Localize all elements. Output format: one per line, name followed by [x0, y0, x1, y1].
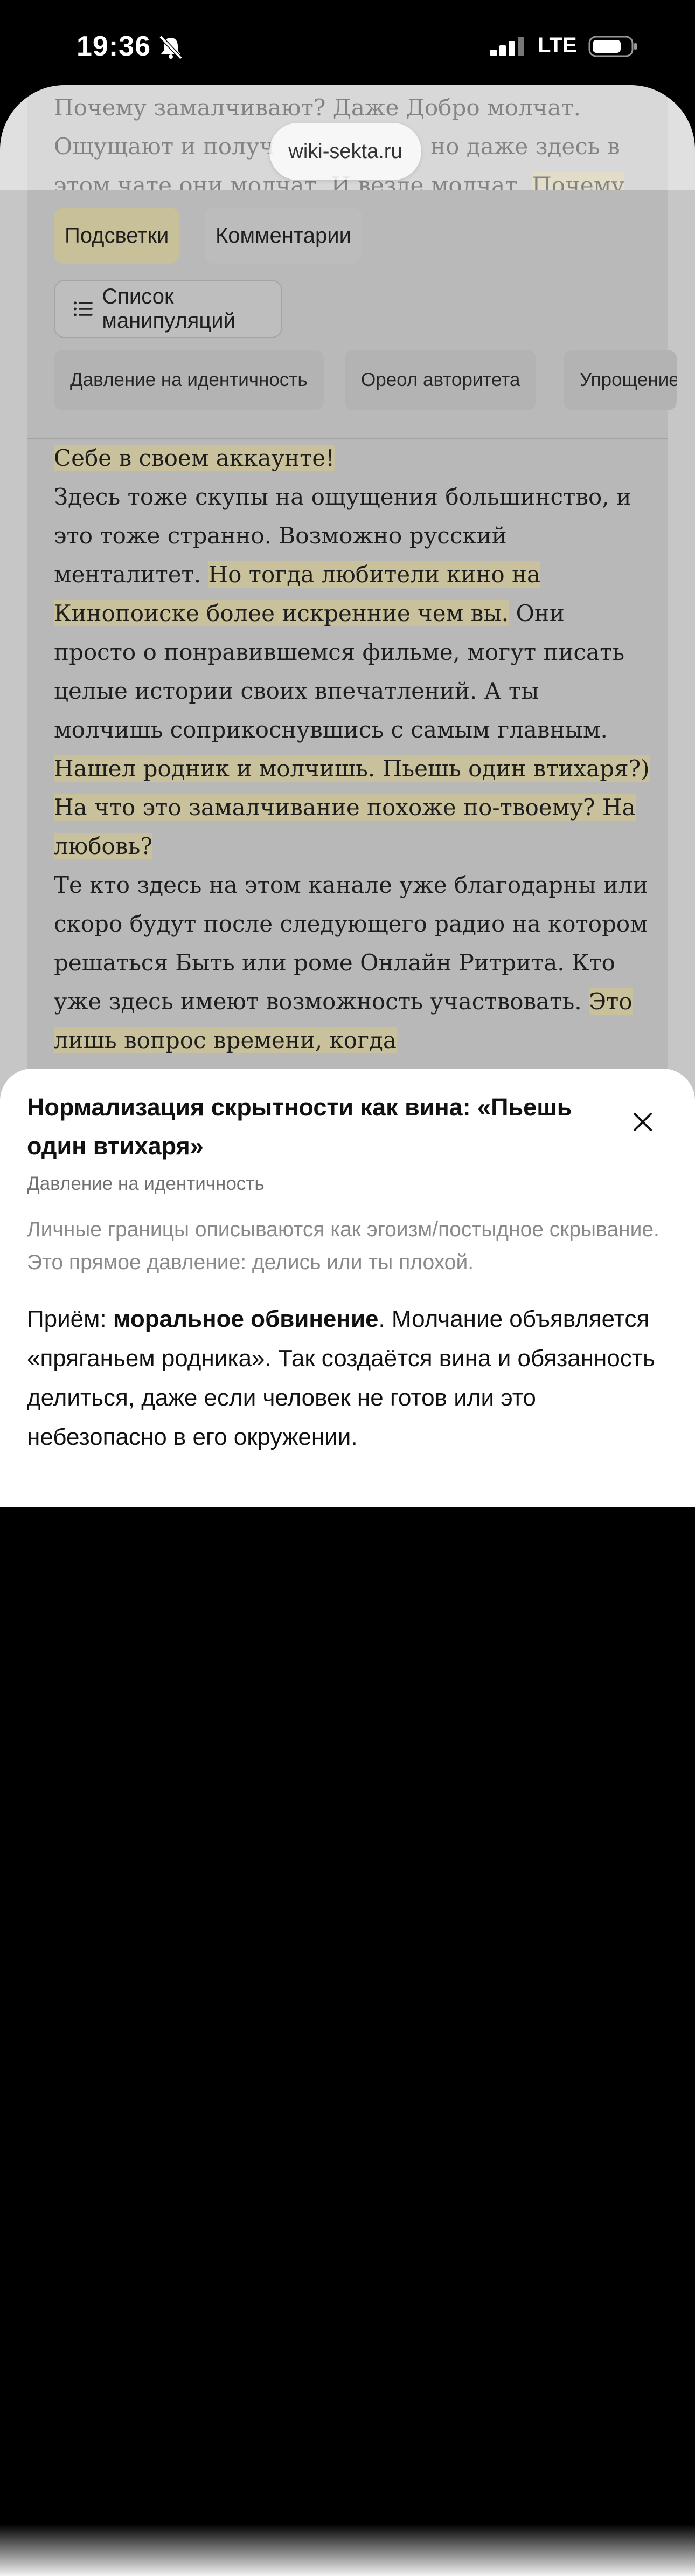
detail-body: Приём: моральное обвинение. Молчание объ… [27, 1299, 673, 1457]
cellular-signal-icon [490, 37, 524, 56]
filter-panel: Подсветки Комментарии Список манипуляций… [27, 190, 677, 439]
detail-description: Личные границы описываются как эгоизм/по… [27, 1218, 659, 1274]
bell-muted-icon [159, 36, 183, 59]
url-pill[interactable]: wiki-sekta.ru [269, 123, 421, 180]
chip-authority-halo[interactable]: Ореол авторитета [345, 350, 537, 410]
status-bar: 19:36 LTE [0, 0, 695, 92]
chip-simplification[interactable]: Упрощение [564, 350, 677, 410]
highlight[interactable]: Нашел родник и молчишь. Пьешь один втиха… [54, 755, 650, 782]
network-type: LTE [538, 33, 577, 57]
manipulation-list-label: Список манипуляций [102, 285, 235, 333]
detail-body-bold: моральное обвинение [113, 1306, 379, 1332]
chip-identity-pressure[interactable]: Давление на идентичность [54, 350, 324, 410]
article-text-span: Те кто здесь на этом канале уже благодар… [54, 872, 648, 1015]
status-time: 19:36 [77, 31, 151, 62]
manipulation-detail-sheet: Нормализация скрытности как вина: «Пьешь… [0, 1069, 695, 2576]
tab-comments[interactable]: Комментарии [205, 208, 362, 264]
close-icon[interactable] [630, 1110, 655, 1134]
highlight[interactable]: На что это замалчивание похоже по-твоему… [54, 794, 636, 859]
detail-title: Нормализация скрытности как вина: «Пьешь… [27, 1093, 572, 1160]
tab-highlights[interactable]: Подсветки [54, 208, 180, 264]
highlight[interactable]: Себе в своем аккаунте! [54, 445, 335, 471]
detail-body-prefix: Приём: [27, 1306, 113, 1332]
home-indicator-area [0, 2524, 695, 2576]
article-text: Себе в своем аккаунте! Здесь тоже скупы … [54, 439, 652, 1060]
manipulation-list-button[interactable]: Список манипуляций [54, 280, 282, 338]
list-icon [73, 301, 93, 316]
battery-icon [588, 36, 637, 57]
detail-category: Давление на идентичность [27, 1173, 265, 1194]
